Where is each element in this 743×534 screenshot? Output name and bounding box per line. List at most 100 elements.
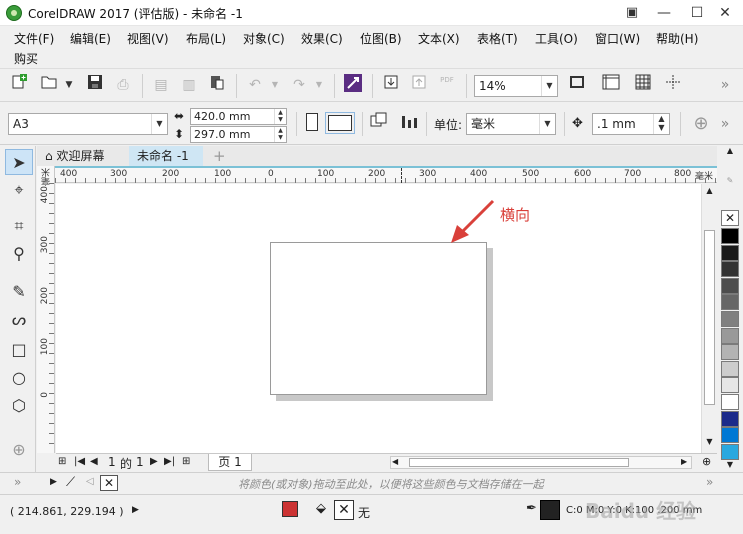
next-page-icon[interactable]: ▶ (150, 456, 158, 467)
page-height-field[interactable]: 297.0 mm ▲ ▼ (190, 126, 287, 143)
menu-tools[interactable]: 工具(O) (535, 30, 578, 47)
scroll-down-icon[interactable]: ▼ (704, 437, 715, 449)
horizontal-ruler[interactable]: 400 300 200 100 0 100 200 300 400 500 60… (55, 166, 717, 183)
add-page-after-icon[interactable]: ⊞ (182, 456, 190, 467)
save-icon[interactable] (84, 74, 106, 96)
rulers-icon[interactable] (600, 74, 622, 96)
zoom-navigator-icon[interactable]: ⊕ (702, 455, 711, 468)
menu-view[interactable]: 视图(V) (127, 30, 169, 47)
menu-buy[interactable]: 购买 (14, 50, 38, 67)
scroll-thumb[interactable] (409, 458, 629, 467)
palette-swatch[interactable] (721, 327, 739, 344)
outline-color-swatch[interactable] (540, 500, 560, 520)
copy-icon[interactable]: ▥ (178, 74, 200, 96)
palette-swatch[interactable] (721, 410, 739, 427)
color-proof-icon[interactable] (282, 501, 298, 517)
polygon-tool-icon[interactable]: ⬡ (5, 393, 33, 419)
palette-swatch[interactable] (721, 360, 739, 377)
palette-swatch[interactable] (721, 261, 739, 278)
palette-swatch[interactable] (721, 443, 739, 460)
full-screen-icon[interactable] (566, 74, 588, 96)
prev-page-icon[interactable]: ◀ (90, 456, 98, 467)
palette-prev-icon[interactable]: ◁ (86, 476, 94, 487)
undo-dropdown-icon[interactable]: ▼ (264, 74, 286, 96)
artistic-media-tool-icon[interactable]: ᔕ (5, 307, 33, 333)
redo-dropdown-icon[interactable]: ▼ (308, 74, 330, 96)
cut-icon[interactable]: ▤ (150, 74, 172, 96)
page-size-select[interactable]: A3 ▼ (8, 113, 168, 135)
toolbar-overflow-icon[interactable]: » (714, 74, 736, 96)
paste-icon[interactable] (206, 74, 228, 96)
print-icon[interactable]: ⎙ (112, 74, 134, 96)
vertical-scrollbar[interactable]: ▲ ▼ (701, 184, 717, 453)
palette-scroll-up-icon[interactable]: ▲ (721, 146, 739, 158)
nudge-distance-field[interactable]: .1 mm ▲ ▼ (592, 113, 670, 135)
search-content-icon[interactable] (342, 74, 364, 96)
close-button[interactable]: ✕ (707, 0, 743, 26)
eyedropper-icon[interactable]: ✎ (721, 176, 739, 192)
current-page-icon[interactable] (398, 112, 420, 134)
quick-customize-icon[interactable]: ⊕ (5, 437, 33, 463)
docpalette-overflow-icon[interactable]: » (14, 475, 21, 489)
tab-untitled-1[interactable]: 未命名 -1 (129, 146, 203, 166)
palette-swatch[interactable] (721, 228, 739, 244)
redo-icon[interactable]: ↷ (288, 74, 310, 96)
docpalette-right-overflow-icon[interactable]: » (706, 475, 713, 489)
scroll-up-icon[interactable]: ▲ (704, 186, 715, 198)
undo-icon[interactable]: ↶ (244, 74, 266, 96)
landscape-orientation-icon[interactable] (325, 112, 355, 134)
status-menu-icon[interactable]: ▶ (132, 505, 139, 515)
pick-tool-icon[interactable]: ➤ (5, 149, 33, 175)
portrait-orientation-icon[interactable] (306, 113, 318, 131)
horizontal-scrollbar[interactable]: ◀ ▶ (390, 456, 692, 469)
add-page-before-icon[interactable]: ⊞ (58, 456, 66, 467)
new-tab-icon[interactable]: + (205, 146, 226, 166)
no-color-swatch[interactable]: ✕ (721, 210, 739, 226)
open-icon[interactable] (38, 74, 60, 96)
menu-window[interactable]: 窗口(W) (595, 30, 640, 47)
page-tab[interactable]: 页 1 (208, 454, 252, 471)
scroll-right-icon[interactable]: ▶ (681, 457, 687, 466)
all-pages-icon[interactable] (368, 112, 390, 134)
menu-effects[interactable]: 效果(C) (301, 30, 343, 47)
palette-swatch[interactable] (721, 277, 739, 294)
grid-icon[interactable] (632, 74, 654, 96)
freehand-tool-icon[interactable]: ✎ (5, 279, 33, 305)
document-page[interactable] (270, 242, 487, 395)
import-icon[interactable] (380, 74, 402, 96)
menu-bitmaps[interactable]: 位图(B) (360, 30, 402, 47)
tab-welcome-screen[interactable]: ⌂ 欢迎屏幕 (37, 146, 129, 166)
spinner-icon[interactable]: ▲ ▼ (274, 109, 286, 124)
propertybar-overflow-icon[interactable]: » (714, 113, 736, 135)
shape-tool-icon[interactable]: ⌖ (5, 177, 33, 203)
palette-swatch[interactable] (721, 311, 739, 327)
crop-tool-icon[interactable]: ⌗ (5, 213, 33, 239)
ellipse-tool-icon[interactable]: ○ (5, 365, 33, 391)
no-fill-swatch[interactable]: ✕ (334, 500, 354, 520)
menu-edit[interactable]: 编辑(E) (70, 30, 111, 47)
scroll-left-icon[interactable]: ◀ (392, 457, 398, 466)
spinner-icon[interactable]: ▲ ▼ (274, 127, 286, 142)
rectangle-tool-icon[interactable]: □ (5, 337, 33, 363)
add-preset-icon[interactable]: ⊕ (690, 113, 712, 135)
docpalette-menu-icon[interactable]: ▶ (50, 477, 57, 487)
palette-swatch[interactable] (721, 427, 739, 444)
account-icon[interactable]: ▣ (614, 0, 650, 26)
new-icon[interactable] (8, 74, 30, 96)
palette-scroll-down-icon[interactable]: ▼ (721, 460, 739, 472)
open-dropdown-icon[interactable]: ▼ (58, 74, 80, 96)
first-page-icon[interactable]: |◀ (74, 456, 85, 467)
palette-swatch[interactable] (721, 294, 739, 311)
no-color-swatch[interactable]: ✕ (100, 475, 118, 491)
scroll-thumb[interactable] (704, 230, 715, 405)
export-icon[interactable] (408, 74, 430, 96)
minimize-button[interactable]: — (646, 0, 682, 26)
palette-swatch[interactable] (721, 244, 739, 261)
menu-layout[interactable]: 布局(L) (186, 30, 226, 47)
menu-text[interactable]: 文本(X) (418, 30, 460, 47)
menu-help[interactable]: 帮助(H) (656, 30, 698, 47)
last-page-icon[interactable]: ▶| (164, 456, 175, 467)
zoom-level-select[interactable]: 14% ▼ (474, 75, 558, 97)
page-width-field[interactable]: 420.0 mm ▲ ▼ (190, 108, 287, 125)
zoom-tool-icon[interactable]: ⚲ (5, 241, 33, 267)
